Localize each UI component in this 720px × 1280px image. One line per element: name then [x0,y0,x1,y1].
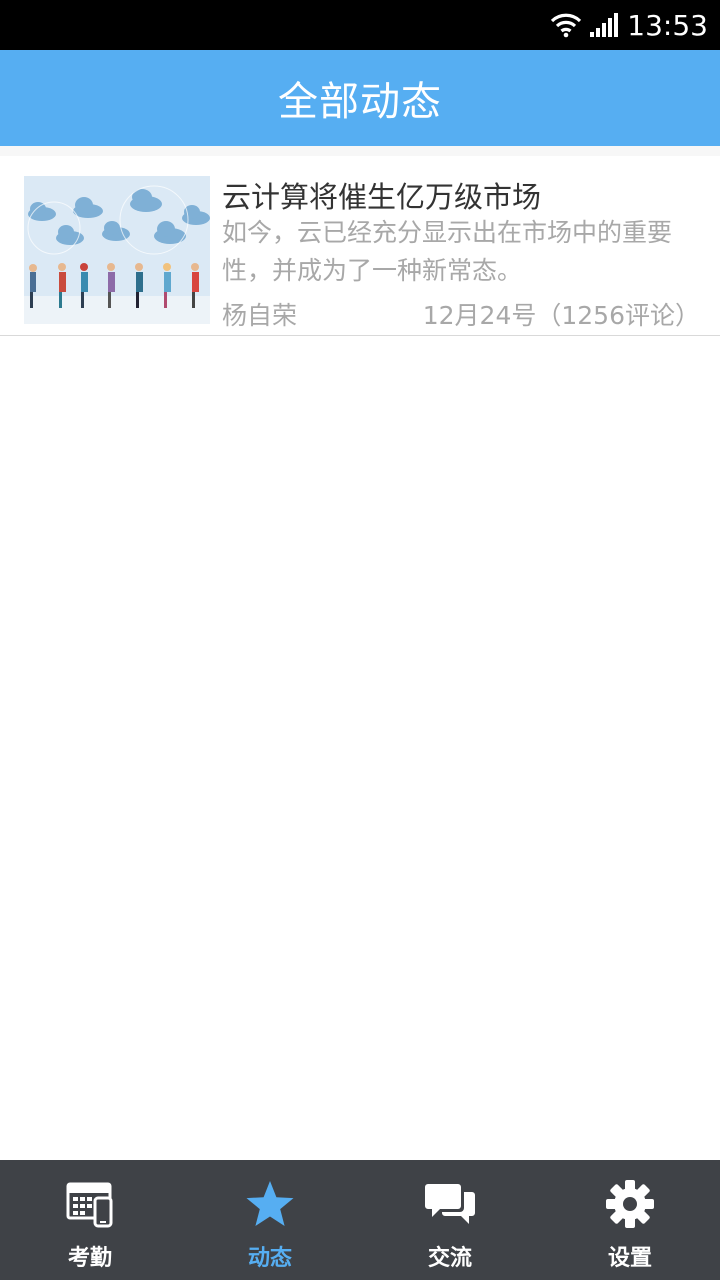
status-bar: 13:53 [0,0,720,50]
header-bar: 全部动态 [0,50,720,146]
comment-count: （1256评论） [536,301,700,330]
list-item[interactable]: 云计算将催生亿万级市场 如今，云已经充分显示出在市场中的重要性，并成为了一种新常… [0,156,720,336]
article-title: 云计算将催生亿万级市场 [222,180,542,214]
article-date: 12月24号 [422,301,537,330]
tab-label-settings: 设置 [607,1246,652,1271]
chat-icon [425,1184,475,1224]
status-indicators: 13:53 [549,0,708,50]
article-meta: 12月24号（1256评论） [423,296,700,332]
status-time: 13:53 [627,8,708,42]
article-author: 杨自荣 [222,301,298,330]
list-top-gap [0,146,720,156]
bottom-tab-bar: 考勤 动态 交流 设置 [0,1160,720,1280]
feed-list: 云计算将催生亿万级市场 如今，云已经充分显示出在市场中的重要性，并成为了一种新常… [0,146,720,336]
tab-label-activity: 动态 [247,1246,292,1271]
article-summary: 如今，云已经充分显示出在市场中的重要性，并成为了一种新常态。 [222,218,673,285]
page-title: 全部动态 [278,79,442,125]
tab-settings[interactable]: 设置 [540,1160,720,1280]
article-thumbnail [24,176,210,324]
tab-label-attendance: 考勤 [67,1246,112,1271]
gear-icon [606,1180,654,1228]
tab-label-chat: 交流 [427,1246,472,1271]
tab-activity[interactable]: 动态 [180,1160,360,1280]
star-icon [246,1181,294,1226]
wifi-icon [551,13,582,38]
signal-icon [590,13,619,37]
tab-attendance[interactable]: 考勤 [0,1160,180,1280]
tab-chat[interactable]: 交流 [360,1160,540,1280]
attendance-icon [66,1182,113,1228]
